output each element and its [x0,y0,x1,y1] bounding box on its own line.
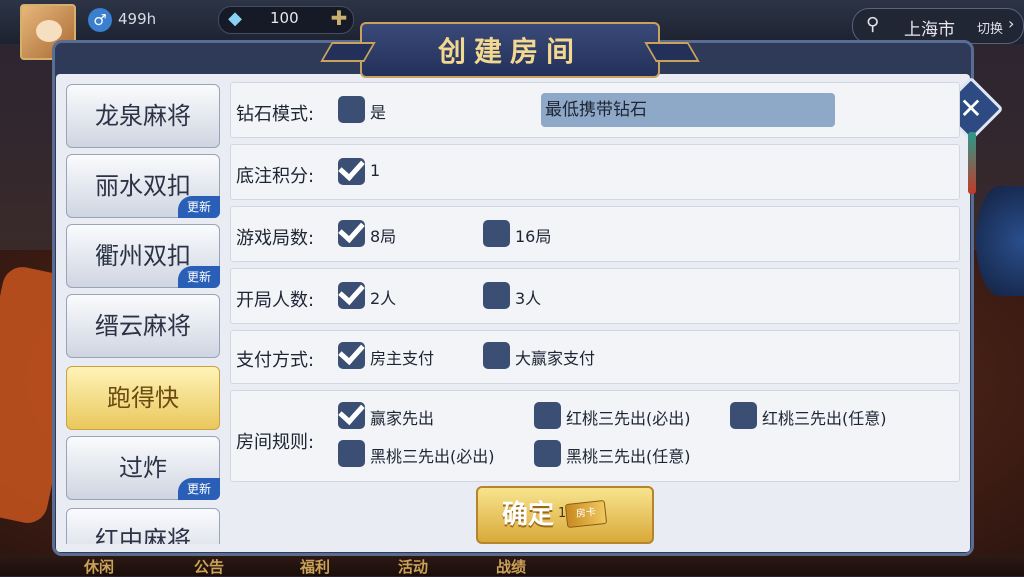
option-label: 赢家先出 [370,409,435,428]
base-score-1-checkbox[interactable] [338,158,365,185]
diamond-mode-checkbox[interactable] [338,96,365,123]
row-label: 开局人数: [236,290,315,311]
option-label: 房主支付 [370,349,435,368]
update-badge: 更新 [178,478,220,500]
tassel-decoration [968,132,976,194]
bottom-nav-item[interactable]: 战绩 [496,556,526,577]
row-label: 支付方式: [236,350,315,371]
play-hours: 499h [118,10,157,28]
game-item-label: 衢州双扣 [95,242,191,270]
option-label: 是 [370,103,387,122]
payment-host-checkbox[interactable] [338,342,365,369]
modal-title: 创建房间 [437,35,582,68]
game-item-quzhou-shuangkou[interactable]: 衢州双扣 更新 [66,224,220,288]
diamond-icon: ◆ [228,8,242,29]
game-item-label: 跑得快 [107,384,179,412]
game-item-label: 丽水双扣 [95,172,191,200]
payment-winner-checkbox[interactable] [483,342,510,369]
bottom-nav-item[interactable]: 福利 [300,556,330,577]
game-item-lishui-shuangkou[interactable]: 丽水双扣 更新 [66,154,220,218]
bottom-nav-item[interactable]: 活动 [398,556,428,577]
switch-city-label[interactable]: 切换 [977,18,1003,37]
game-item-jinyun-mahjong[interactable]: 缙云麻将 [66,294,220,358]
game-item-longquan-mahjong[interactable]: 龙泉麻将 [66,84,220,148]
rule-heart3-required-checkbox[interactable] [534,402,561,429]
option-label: 1 [370,161,381,180]
option-label: 2人 [370,289,397,308]
confirm-label: 确定 [502,500,555,530]
rule-heart3-any-checkbox[interactable] [730,402,757,429]
game-item-guozha[interactable]: 过炸 更新 [66,436,220,500]
option-label: 红桃三先出(任意) [762,409,887,428]
game-item-hongzhong-mahjong[interactable]: 红中麻将 [66,508,220,544]
game-list[interactable]: 龙泉麻将 丽水双扣 更新 衢州双扣 更新 缙云麻将 跑得快 过炸 更新 红中麻将 [62,80,224,544]
bottom-nav-item[interactable]: 公告 [194,556,224,577]
option-label: 黑桃三先出(任意) [566,447,691,466]
rounds-8-checkbox[interactable] [338,220,365,247]
rule-spade3-any-checkbox[interactable] [534,440,561,467]
row-label: 房间规则: [236,432,315,453]
row-label: 游戏局数: [236,228,315,249]
location-pin-icon: ⚲ [866,14,880,35]
rule-winner-first-checkbox[interactable] [338,402,365,429]
min-diamond-field[interactable]: 最低携带钻石 [541,93,835,127]
row-label: 钻石模式: [236,104,315,125]
update-badge: 更新 [178,266,220,288]
option-label: 黑桃三先出(必出) [370,447,495,466]
rule-spade3-required-checkbox[interactable] [338,440,365,467]
update-badge: 更新 [178,196,220,218]
option-label: 大赢家支付 [515,349,596,368]
game-item-label: 龙泉麻将 [95,102,191,130]
game-item-paodekuai[interactable]: 跑得快 [66,366,220,430]
option-label: 16局 [515,227,552,246]
diamond-count: 100 [270,9,299,27]
rounds-16-checkbox[interactable] [483,220,510,247]
city-name: 上海市 [904,20,955,40]
option-label: 红桃三先出(必出) [566,409,691,428]
plus-icon[interactable]: ✚ [328,7,350,29]
game-item-label: 红中麻将 [95,526,191,544]
players-2-checkbox[interactable] [338,282,365,309]
players-3-checkbox[interactable] [483,282,510,309]
fan-decoration [976,186,1024,296]
game-item-label: 过炸 [119,454,167,482]
option-label: 3人 [515,289,542,308]
game-item-label: 缙云麻将 [95,312,191,340]
chevron-right-icon: › [1008,14,1015,33]
bottom-nav-item[interactable]: 休闲 [84,556,114,577]
room-card-icon: 房卡 [564,499,608,529]
option-label: 8局 [370,227,397,246]
row-label: 底注积分: [236,166,315,187]
male-gender-icon: ♂ [88,8,112,32]
